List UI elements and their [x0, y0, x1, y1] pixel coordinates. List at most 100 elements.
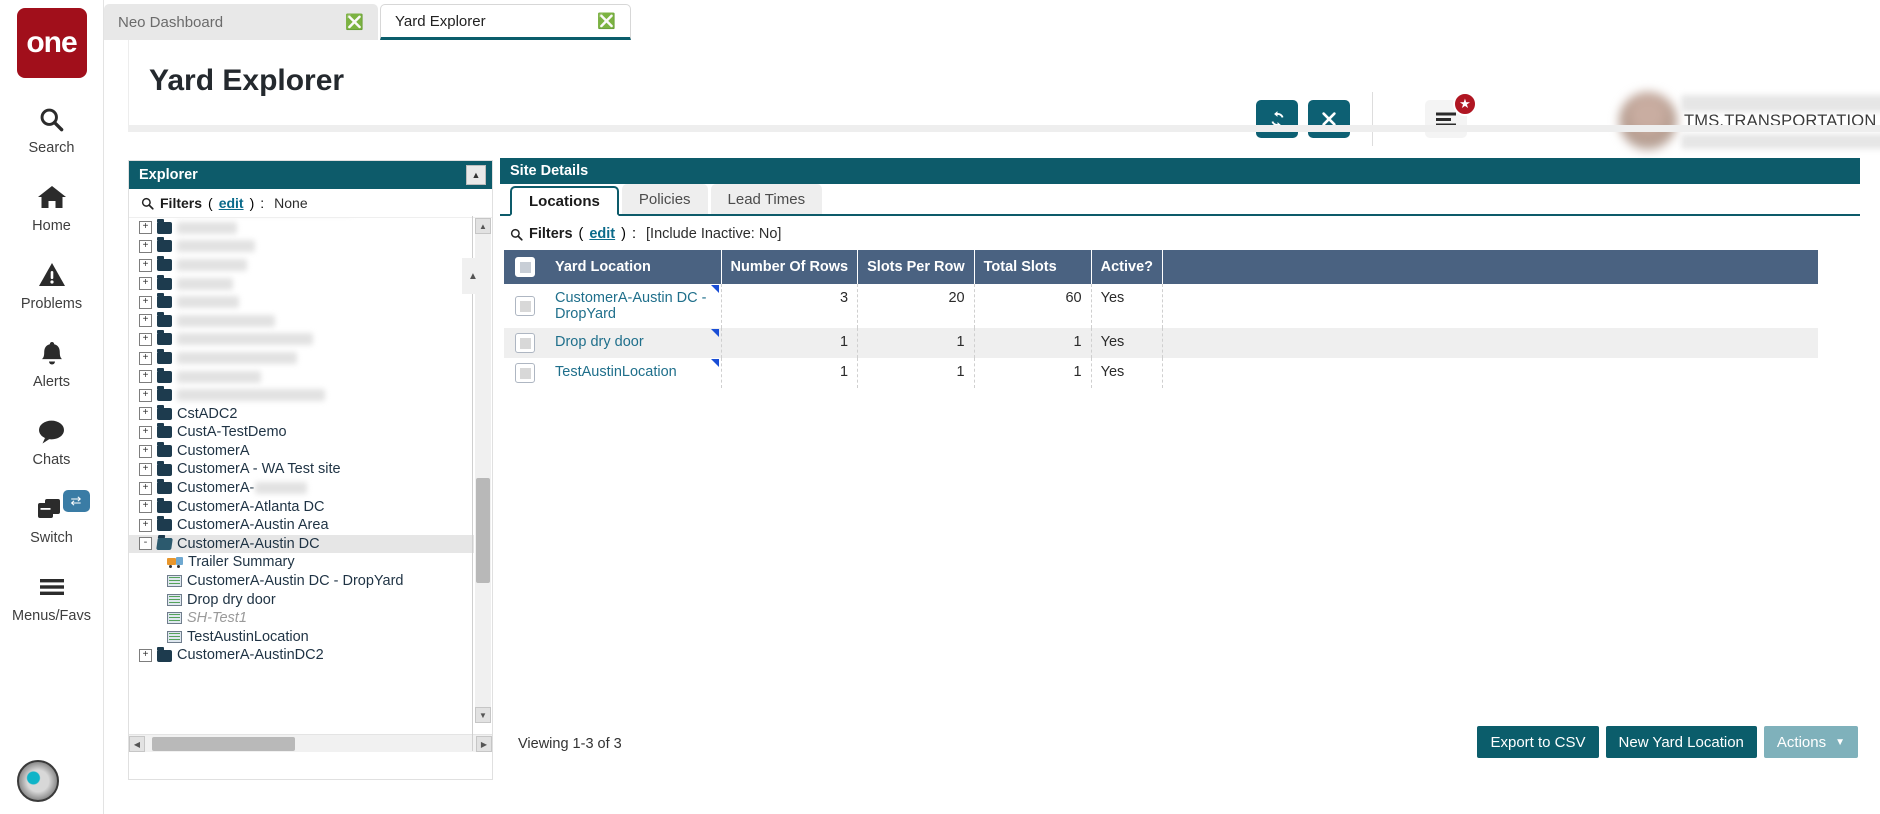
tree-node[interactable]: +: [129, 330, 474, 349]
tree-expander-icon[interactable]: +: [139, 388, 152, 402]
scroll-left-arrow-icon[interactable]: ◀: [129, 736, 145, 752]
checkbox-inner: [519, 261, 531, 273]
row-checkbox[interactable]: [515, 296, 535, 316]
tree-expander-icon[interactable]: +: [139, 258, 152, 272]
cell-slots-per-row: 1: [857, 328, 975, 358]
table-row[interactable]: CustomerA-Austin DC - DropYard 3 20 60 Yes: [504, 284, 1818, 328]
yard-location-link[interactable]: Drop dry door: [555, 334, 644, 350]
tree-expander-icon[interactable]: -: [139, 537, 152, 551]
tree-node[interactable]: +: [129, 256, 474, 275]
tree-node[interactable]: CustomerA-Austin DC - DropYard: [129, 572, 474, 591]
scroll-down-arrow-icon[interactable]: ▼: [475, 707, 491, 723]
tree-node[interactable]: +: [129, 311, 474, 331]
column-header-active[interactable]: Active?: [1091, 250, 1164, 284]
tree-expander-icon[interactable]: +: [139, 314, 152, 328]
column-header-slots-per-row[interactable]: Slots Per Row: [857, 250, 975, 284]
filters-edit-link[interactable]: edit: [589, 226, 615, 242]
tree-expander-icon[interactable]: +: [139, 332, 152, 346]
tree-node[interactable]: + CstADC2: [129, 404, 474, 424]
tree-expander-icon[interactable]: +: [139, 407, 152, 421]
tree-node[interactable]: +: [129, 274, 474, 293]
star-icon[interactable]: ★: [1453, 92, 1477, 116]
scrollbar-thumb[interactable]: [152, 737, 295, 751]
tree-node[interactable]: TestAustinLocation: [129, 628, 474, 647]
tree-horizontal-scrollbar[interactable]: ◀ ▶: [129, 734, 492, 752]
tab-policies[interactable]: Policies: [621, 184, 708, 214]
sidebar-item-problems[interactable]: Problems: [0, 258, 104, 312]
filters-edit-link[interactable]: edit: [219, 195, 244, 211]
tree-node[interactable]: + CustA-TestDemo: [129, 423, 474, 442]
tree-node[interactable]: + CustomerA: [129, 442, 474, 461]
actions-dropdown-button[interactable]: Actions ▼: [1763, 726, 1858, 758]
tab-locations[interactable]: Locations: [510, 186, 619, 216]
assistant-avatar-icon[interactable]: [17, 760, 59, 802]
sidebar-item-search[interactable]: Search: [0, 102, 104, 156]
tab-neo-dashboard[interactable]: Neo Dashboard ❎: [104, 4, 378, 40]
scroll-right-arrow-icon[interactable]: ▶: [476, 736, 492, 752]
tree-expander-icon[interactable]: +: [139, 221, 152, 235]
tab-yard-explorer[interactable]: Yard Explorer ❎: [380, 4, 631, 40]
tree-expander-icon[interactable]: +: [139, 351, 152, 365]
tree-node[interactable]: + CustomerA-AustinDC2: [129, 646, 474, 665]
tree-node[interactable]: Trailer Summary: [129, 553, 474, 572]
close-circle-icon[interactable]: ❎: [579, 14, 616, 29]
tree-node[interactable]: + CustomerA-Austin Area: [129, 516, 474, 535]
table-row[interactable]: Drop dry door 1 1 1 Yes: [504, 328, 1818, 358]
new-yard-location-button[interactable]: New Yard Location: [1605, 726, 1757, 758]
tree-node[interactable]: +: [129, 237, 474, 256]
scrollbar-thumb[interactable]: [476, 478, 490, 583]
yard-location-link[interactable]: TestAustinLocation: [555, 364, 677, 380]
tree-node[interactable]: +: [129, 349, 474, 368]
tree-node[interactable]: - CustomerA-Austin DC: [129, 534, 474, 554]
tree-node[interactable]: +: [129, 293, 474, 312]
one-network-logo[interactable]: one: [16, 8, 87, 78]
column-header-number-of-rows[interactable]: Number Of Rows: [721, 250, 859, 284]
sidebar-item-alerts[interactable]: Alerts: [0, 336, 104, 390]
sidebar-item-home[interactable]: Home: [0, 180, 104, 234]
cell-total-slots: 1: [974, 358, 1092, 388]
tree-node[interactable]: +: [129, 218, 474, 238]
column-header-total-slots[interactable]: Total Slots: [974, 250, 1092, 284]
swap-arrows-icon[interactable]: ⇄: [62, 490, 90, 512]
tree-expander-icon[interactable]: +: [139, 295, 152, 309]
row-context-flag-icon[interactable]: [710, 329, 719, 337]
row-checkbox[interactable]: [515, 363, 535, 383]
tab-lead-times[interactable]: Lead Times: [710, 184, 823, 214]
tree-node[interactable]: + CustomerA-: [129, 479, 474, 498]
avatar[interactable]: [1619, 92, 1677, 150]
table-row[interactable]: TestAustinLocation 1 1 1 Yes: [504, 358, 1818, 388]
tree-expander-icon[interactable]: +: [139, 239, 152, 253]
tree-expander-icon[interactable]: +: [139, 518, 152, 532]
close-page-button[interactable]: [1308, 100, 1350, 138]
sidebar-item-chats[interactable]: Chats: [0, 414, 104, 468]
sidebar-item-switch[interactable]: ⇄ Switch: [0, 490, 104, 546]
row-context-flag-icon[interactable]: [710, 359, 719, 367]
sidebar-item-menus-favs[interactable]: Menus/Favs: [0, 570, 104, 624]
tree-expander-icon[interactable]: +: [139, 649, 152, 663]
select-all-checkbox[interactable]: [515, 257, 535, 277]
refresh-button[interactable]: [1256, 100, 1298, 138]
row-context-flag-icon[interactable]: [710, 285, 719, 293]
collapse-up-icon[interactable]: ▲: [466, 165, 486, 185]
yard-location-link[interactable]: CustomerA-Austin DC - DropYard: [555, 290, 712, 322]
row-checkbox[interactable]: [515, 333, 535, 353]
tree-expander-icon[interactable]: +: [139, 463, 152, 477]
tree-node[interactable]: +: [129, 367, 474, 386]
export-to-csv-button[interactable]: Export to CSV: [1477, 726, 1599, 758]
tree-node[interactable]: SH-Test1: [129, 609, 474, 628]
tree-node[interactable]: + CustomerA-Atlanta DC: [129, 497, 474, 517]
tree-expander-icon[interactable]: +: [139, 370, 152, 384]
tree-expander-icon[interactable]: +: [139, 500, 152, 514]
tree-node[interactable]: + CustomerA - WA Test site: [129, 460, 474, 479]
collapse-up-icon[interactable]: ▲: [462, 258, 484, 294]
tree-expander-icon[interactable]: +: [139, 481, 152, 495]
tree-expander-icon[interactable]: +: [139, 277, 152, 291]
close-circle-icon[interactable]: ❎: [327, 15, 364, 30]
folder-icon: [157, 237, 172, 253]
column-header-yard-location[interactable]: Yard Location: [546, 250, 722, 284]
tree-node[interactable]: +: [129, 386, 474, 405]
tree-node[interactable]: Drop dry door: [129, 590, 474, 609]
tree-expander-icon[interactable]: +: [139, 444, 152, 458]
scroll-up-arrow-icon[interactable]: ▲: [475, 218, 491, 234]
tree-expander-icon[interactable]: +: [139, 425, 152, 439]
